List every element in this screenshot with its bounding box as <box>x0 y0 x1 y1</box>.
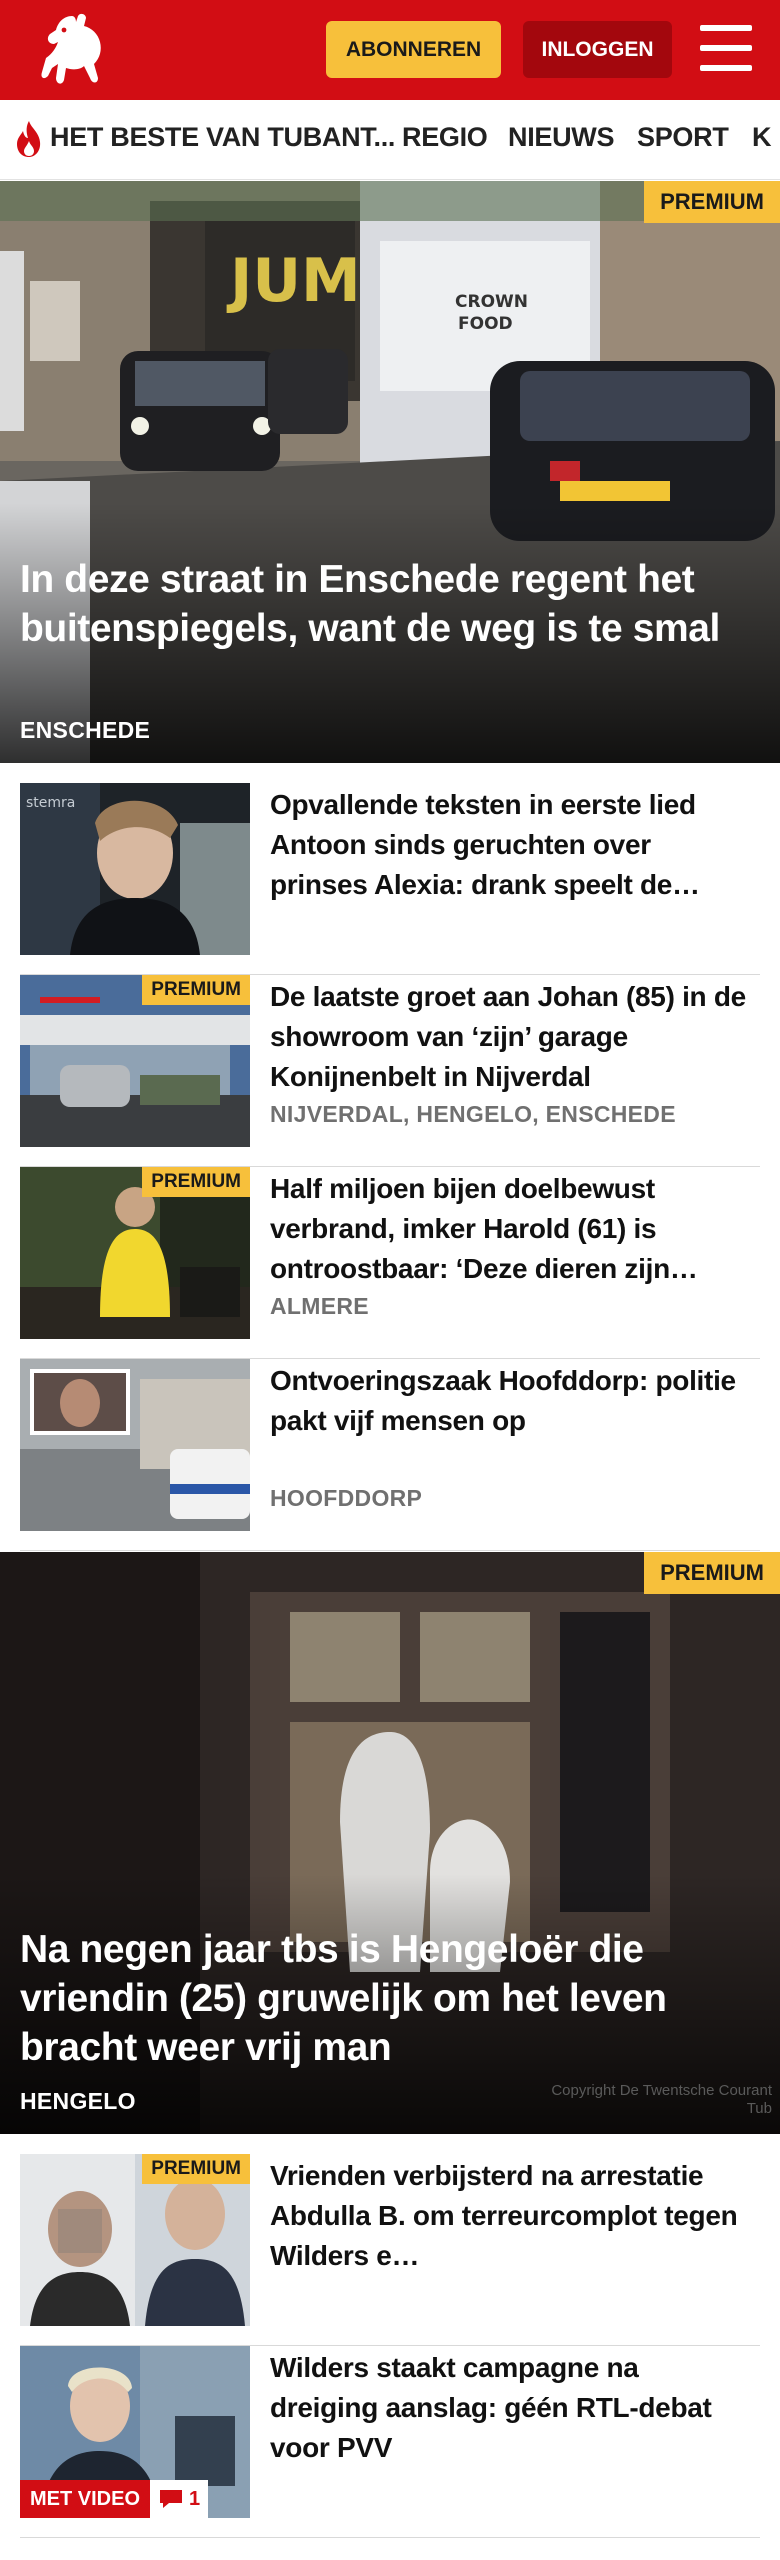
premium-badge: PREMIUM <box>142 975 250 1005</box>
comment-count-value: 1 <box>189 2487 201 2510</box>
hero-article-hengelo[interactable]: PREMIUM Copyright De Twentsche Courant T… <box>0 1552 780 2134</box>
svg-text:JUM: JUM <box>226 246 361 316</box>
thumb-image-police <box>20 1359 250 1531</box>
premium-badge: PREMIUM <box>142 1167 250 1197</box>
video-label: MET VIDEO <box>20 2480 151 2518</box>
svg-text:FOOD: FOOD <box>458 314 513 334</box>
svg-text:CROWN: CROWN <box>455 292 528 312</box>
section-nav: HET BESTE VAN TUBANT... REGIO NIEUWS SPO… <box>0 100 780 180</box>
video-badge: MET VIDEO 1 <box>20 2480 209 2518</box>
hero-article-enschede[interactable]: JUM CROWN FOOD PREMIUM In deze straat in… <box>0 181 780 763</box>
thumb: PREMIUM <box>20 2154 250 2326</box>
thumb: PREMIUM <box>20 975 250 1147</box>
hero-title[interactable]: In deze straat in Enschede regent het bu… <box>20 555 752 653</box>
hero-location-tag: ENSCHEDE <box>20 717 151 743</box>
hero-title[interactable]: Na negen jaar tbs is Hengeloër die vrien… <box>20 1925 752 2072</box>
login-button[interactable]: INLOGGEN <box>523 21 672 78</box>
item-title[interactable]: Opvallende teksten in eerste lied Antoon… <box>270 785 750 905</box>
item-location-tag: ALMERE <box>270 1293 369 1319</box>
premium-badge: PREMIUM <box>644 181 780 223</box>
premium-badge: PREMIUM <box>644 1552 780 1594</box>
tubantia-horse-logo[interactable] <box>34 12 106 90</box>
item-title[interactable]: Wilders staakt campagne na dreiging aans… <box>270 2348 750 2468</box>
list-item[interactable]: PREMIUM Vrienden verbijsterd na arrestat… <box>20 2154 760 2346</box>
svg-text:stemra: stemra <box>26 795 75 811</box>
item-location-tag: HOOFDDORP <box>270 1485 423 1511</box>
thumb: MET VIDEO 1 <box>20 2346 250 2518</box>
item-title[interactable]: Ontvoeringszaak Hoofddorp: politie pakt … <box>270 1361 750 1441</box>
flame-icon <box>17 121 41 157</box>
list-item[interactable]: PREMIUM Half miljoen bijen doelbewust ve… <box>20 1167 760 1359</box>
premium-badge: PREMIUM <box>142 2154 250 2184</box>
item-title[interactable]: De laatste groet aan Johan (85) in de sh… <box>270 977 750 1097</box>
menu-icon[interactable] <box>700 25 752 71</box>
thumb: PREMIUM <box>20 1167 250 1339</box>
site-header: ABONNEREN INLOGGEN <box>0 0 780 100</box>
list-item[interactable]: MET VIDEO 1 Wilders staakt campagne na d… <box>20 2346 760 2538</box>
subscribe-button[interactable]: ABONNEREN <box>326 21 501 78</box>
thumb-image-singer: stemra <box>20 783 250 955</box>
nav-item-best-of[interactable]: HET BESTE VAN TUBANT... <box>50 122 395 153</box>
photo-copyright: Copyright De Twentsche Courant Tub <box>551 2082 772 2117</box>
nav-item-more[interactable]: K <box>752 122 772 153</box>
item-title[interactable]: Vrienden verbijsterd na arrestatie Abdul… <box>270 2156 750 2276</box>
comment-count[interactable]: 1 <box>150 2480 209 2518</box>
nav-item-sport[interactable]: SPORT <box>637 122 729 153</box>
item-title[interactable]: Half miljoen bijen doelbewust verbrand, … <box>270 1169 750 1289</box>
hero-location-tag: HENGELO <box>20 2088 136 2114</box>
list-item[interactable]: PREMIUM De laatste groet aan Johan (85) … <box>20 975 760 1167</box>
list-item[interactable]: stemra Opvallende teksten in eerste lied… <box>20 783 760 975</box>
nav-item-regio[interactable]: REGIO <box>402 122 488 153</box>
list-item[interactable]: Ontvoeringszaak Hoofddorp: politie pakt … <box>20 1359 760 1551</box>
item-location-tag: NIJVERDAL, HENGELO, ENSCHEDE <box>270 1101 676 1127</box>
comment-icon <box>160 2490 183 2508</box>
nav-item-nieuws[interactable]: NIEUWS <box>508 122 615 153</box>
